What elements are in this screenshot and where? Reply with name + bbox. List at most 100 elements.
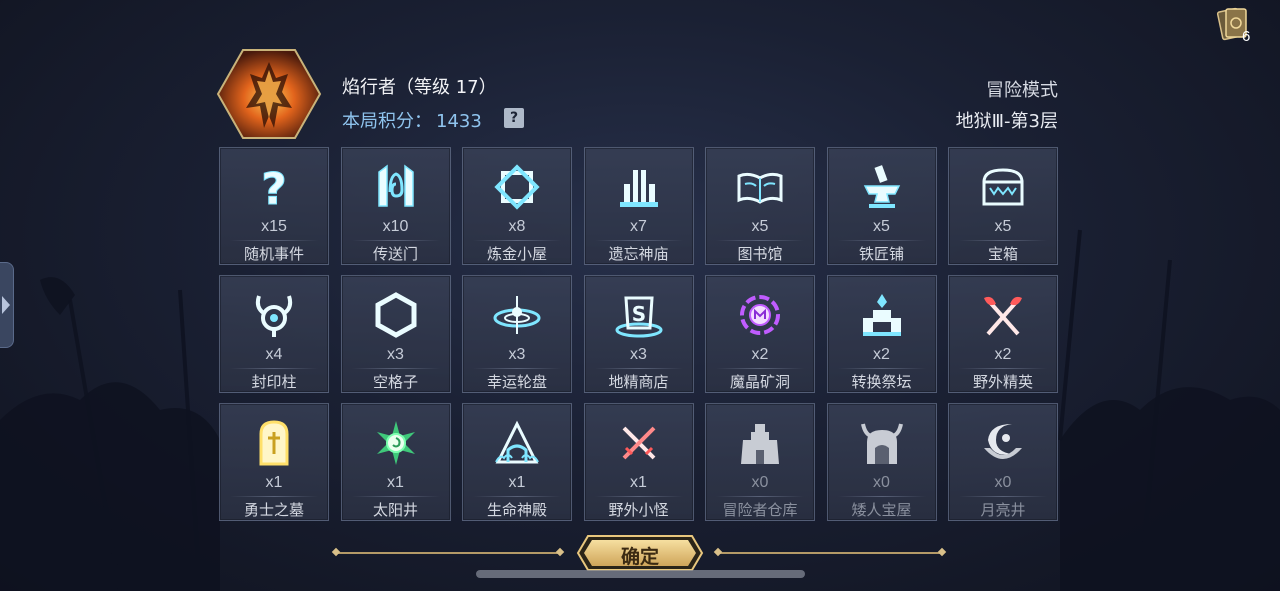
treasure-chest-icon bbox=[982, 168, 1024, 206]
dwarf-helmet-icon bbox=[860, 423, 903, 464]
tile-conversion-altar[interactable]: x2 转换祭坛 bbox=[826, 275, 937, 393]
tile-name: 冒险者仓库 bbox=[722, 501, 798, 519]
tile-divider bbox=[473, 368, 561, 369]
tile-empty-cell[interactable]: x3 空格子 bbox=[340, 275, 451, 393]
tile-count: x0 bbox=[873, 474, 890, 491]
tile-name: 魔晶矿洞 bbox=[729, 373, 790, 391]
tile-divider bbox=[473, 496, 561, 497]
tile-library[interactable]: x5 图书馆 bbox=[705, 147, 815, 265]
tile-count: x3 bbox=[630, 346, 647, 363]
score-value: 1433 bbox=[436, 111, 482, 132]
tile-divider bbox=[351, 496, 440, 497]
tile-divider bbox=[230, 368, 318, 369]
floor-label: 地狱Ⅲ-第3层 bbox=[955, 111, 1058, 132]
tile-name: 传送门 bbox=[372, 245, 418, 263]
tile-count: x2 bbox=[751, 346, 769, 363]
tile-name: 宝箱 bbox=[987, 245, 1018, 263]
score-label: 本局积分： bbox=[342, 111, 432, 132]
horned-seal-icon bbox=[255, 295, 293, 337]
tile-count: x1 bbox=[265, 474, 283, 491]
tile-divider bbox=[473, 240, 561, 241]
altar-icon bbox=[862, 294, 901, 336]
tile-divider bbox=[716, 496, 804, 497]
tile-dwarf-vault[interactable]: x0 矮人宝屋 bbox=[826, 403, 937, 521]
footer-ornament-left bbox=[336, 552, 560, 554]
tile-count: x5 bbox=[994, 218, 1012, 235]
tile-name: 封印柱 bbox=[251, 373, 297, 391]
tile-divider bbox=[716, 240, 804, 241]
fortune-wheel-icon bbox=[493, 296, 541, 334]
tile-name: 月亮井 bbox=[980, 501, 1026, 519]
tile-name: 铁匠铺 bbox=[858, 245, 904, 263]
svg-text:S: S bbox=[631, 302, 645, 326]
tile-alchemy-hut[interactable]: x8 炼金小屋 bbox=[462, 147, 572, 265]
tile-divider bbox=[716, 368, 804, 369]
hexagon-icon bbox=[375, 292, 416, 338]
tile-name: 空格子 bbox=[372, 373, 418, 391]
tile-divider bbox=[230, 240, 318, 241]
tile-name: 炼金小屋 bbox=[486, 245, 547, 263]
tile-count: x3 bbox=[387, 346, 404, 363]
tile-random-event[interactable]: ? x15 随机事件 bbox=[219, 147, 329, 265]
tile-divider bbox=[959, 368, 1047, 369]
tile-portal[interactable]: x10 传送门 bbox=[340, 147, 451, 265]
tile-treasure-chest[interactable]: x5 宝箱 bbox=[948, 147, 1058, 265]
tile-count: x5 bbox=[751, 218, 769, 235]
tile-name: 野外精英 bbox=[972, 373, 1033, 391]
tile-divider bbox=[594, 240, 683, 241]
crossed-swords-icon bbox=[622, 426, 655, 460]
tile-field-minion[interactable]: x1 野外小怪 bbox=[583, 403, 694, 521]
tile-count: x7 bbox=[630, 218, 647, 235]
tile-blacksmith[interactable]: x5 铁匠铺 bbox=[826, 147, 937, 265]
tile-seal-pillar[interactable]: x4 封印柱 bbox=[219, 275, 329, 393]
tile-name: 勇士之墓 bbox=[243, 501, 304, 519]
tile-divider bbox=[837, 240, 926, 241]
tile-divider bbox=[594, 368, 683, 369]
tile-goblin-shop[interactable]: S x3 地精商店 bbox=[583, 275, 694, 393]
side-drawer-tab[interactable] bbox=[0, 262, 14, 348]
tile-name: 随机事件 bbox=[243, 245, 304, 263]
score-help-button[interactable]: ? bbox=[504, 108, 524, 128]
tile-count: x0 bbox=[994, 474, 1012, 491]
tile-divider bbox=[959, 496, 1047, 497]
confirm-label: 确定 bbox=[620, 546, 659, 568]
warehouse-tower-icon bbox=[741, 424, 779, 464]
crossed-axes-icon bbox=[984, 296, 1022, 336]
tile-divider bbox=[959, 240, 1047, 241]
tile-adventurer-warehouse[interactable]: x0 冒险者仓库 bbox=[705, 403, 815, 521]
tile-life-shrine[interactable]: x1 生命神殿 bbox=[462, 403, 572, 521]
tile-field-elite[interactable]: x2 野外精英 bbox=[948, 275, 1058, 393]
sun-swirl-icon bbox=[376, 421, 415, 465]
tile-divider bbox=[230, 496, 318, 497]
tile-count: x15 bbox=[261, 218, 287, 235]
temple-pillars-icon bbox=[619, 170, 658, 207]
tile-name: 野外小怪 bbox=[608, 501, 669, 519]
tile-name: 矮人宝屋 bbox=[851, 501, 912, 519]
tile-crystal-mine[interactable]: x2 魔晶矿洞 bbox=[705, 275, 815, 393]
tile-moon-well[interactable]: x0 月亮井 bbox=[948, 403, 1058, 521]
footer-ornament-right bbox=[718, 552, 942, 554]
tile-count: x1 bbox=[508, 474, 526, 491]
tile-name: 遗忘神庙 bbox=[608, 245, 669, 263]
score-display: 本局积分： 1433 bbox=[342, 107, 482, 133]
tile-sun-well[interactable]: x1 太阳井 bbox=[340, 403, 451, 521]
anvil-hammer-icon bbox=[863, 165, 900, 208]
goblin-shop-icon: S bbox=[615, 296, 662, 338]
alchemy-diamond-icon bbox=[494, 164, 540, 210]
life-shrine-icon bbox=[495, 420, 539, 464]
event-grid: ? x15 随机事件 x10 传送门 x8 炼金小屋 x7 遗忘神庙 x5 图书… bbox=[219, 147, 1058, 521]
question-mark-icon: ? bbox=[261, 164, 288, 213]
tile-warrior-tomb[interactable]: x1 勇士之墓 bbox=[219, 403, 329, 521]
hero-avatar[interactable] bbox=[216, 48, 322, 140]
tile-name: 地精商店 bbox=[608, 373, 669, 391]
tile-lucky-wheel[interactable]: x3 幸运轮盘 bbox=[462, 275, 572, 393]
scroll-indicator-bar[interactable] bbox=[476, 570, 805, 578]
tile-count: x5 bbox=[873, 218, 890, 235]
svg-text:?: ? bbox=[261, 164, 287, 212]
tile-count: x10 bbox=[382, 218, 409, 235]
tile-count: x2 bbox=[994, 346, 1012, 363]
confirm-button[interactable]: 确定 bbox=[576, 534, 704, 572]
tile-forgotten-temple[interactable]: x7 遗忘神庙 bbox=[583, 147, 694, 265]
tile-name: 转换祭坛 bbox=[851, 373, 912, 391]
card-deck-button[interactable] bbox=[1216, 4, 1258, 46]
